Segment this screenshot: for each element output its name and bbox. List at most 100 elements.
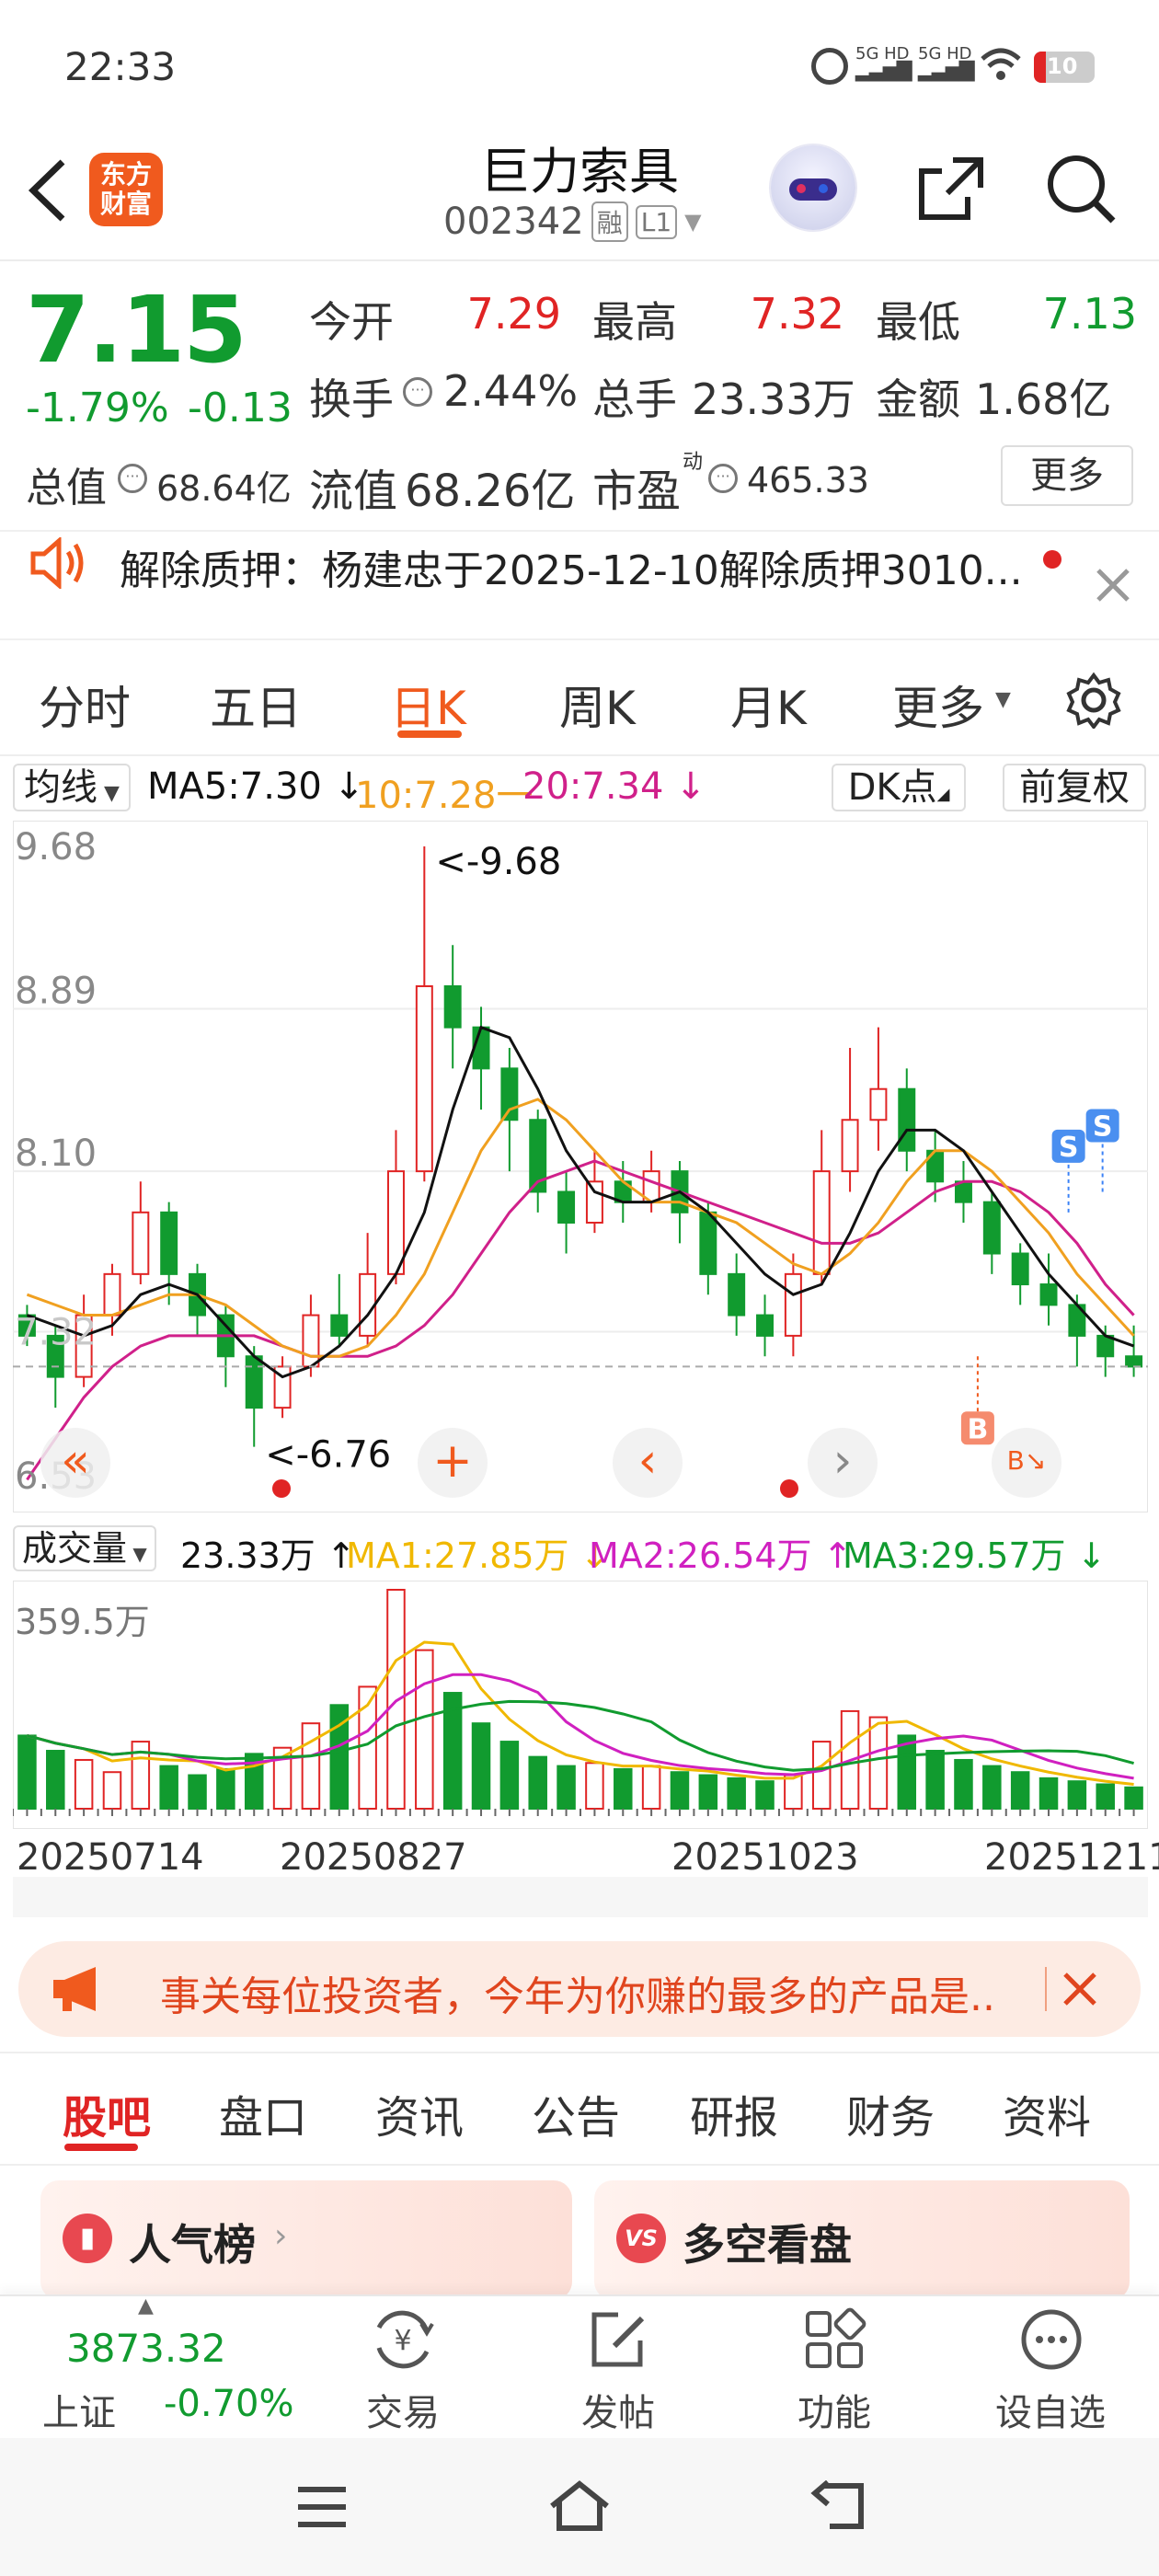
home-icon[interactable] <box>546 2478 613 2534</box>
volume-bar <box>641 1765 661 1810</box>
app-logo[interactable]: 东方 财富 <box>89 153 163 226</box>
divider <box>0 2052 1159 2053</box>
volume-bar <box>1010 1771 1030 1810</box>
guba-tab-6[interactable]: 资料 <box>1003 2081 1091 2145</box>
volume-bar <box>188 1774 207 1810</box>
quote-label: 最高 <box>592 297 677 347</box>
low-annotation: <-6.76 <box>265 1434 391 1477</box>
volume-bar <box>925 1750 945 1811</box>
y-tick-label: 9.68 <box>15 826 97 868</box>
change-amount: -0.13 <box>188 385 293 431</box>
robot-icon[interactable] <box>771 145 855 230</box>
volume-bar <box>1067 1780 1087 1810</box>
volume-bar <box>784 1774 803 1810</box>
close-icon[interactable] <box>1061 1971 1098 2007</box>
ad-text[interactable]: 事关每位投资者，今年为你赚的最多的产品是.. <box>160 1963 1034 2022</box>
stock-code-row[interactable]: 002342 融 L1 ▼ <box>443 201 702 243</box>
double-left-icon[interactable]: « <box>40 1428 110 1498</box>
candlestick-chart[interactable]: 9.688.898.106.537.32<-9.68<-6.76SSB <box>13 821 1148 1512</box>
quote-value: 7.29 <box>466 289 561 339</box>
info-icon[interactable]: ··· <box>708 464 738 493</box>
date-label: 20251211 <box>984 1836 1159 1879</box>
tab-5[interactable]: 更多 <box>892 672 984 738</box>
volume-bar <box>17 1734 37 1810</box>
tab-2[interactable]: 日K <box>390 672 466 738</box>
chevron-right-icon: › <box>274 2217 288 2255</box>
volume-bar <box>868 1716 889 1810</box>
svg-text:B: B <box>967 1413 988 1445</box>
index-value[interactable]: 3873.32 <box>66 2326 226 2371</box>
b-arrow-icon[interactable]: B↘ <box>992 1428 1061 1498</box>
gear-icon[interactable] <box>1065 672 1122 729</box>
quote-value: 23.33万 <box>692 374 855 424</box>
card-label: 人气榜 <box>129 2220 256 2270</box>
quote-value: 1.68亿 <box>975 374 1112 424</box>
current-price: 7.15 <box>26 276 247 384</box>
close-icon[interactable] <box>1095 567 1131 604</box>
left-icon[interactable]: ‹ <box>613 1428 683 1498</box>
page-dot <box>272 1479 291 1498</box>
divider <box>0 2164 1159 2166</box>
more-button[interactable]: 更多 <box>1001 445 1133 506</box>
menu-icon[interactable] <box>296 2486 348 2528</box>
volume-bar <box>301 1722 321 1810</box>
trade-button[interactable]: 交易 <box>329 2383 476 2436</box>
adjust-button[interactable]: 前复权 <box>1003 764 1146 811</box>
volume-bar <box>727 1777 746 1811</box>
tab-1[interactable]: 五日 <box>210 672 302 738</box>
bull-bear-card[interactable] <box>594 2180 1130 2300</box>
volume-current: 23.33万 ↑ <box>180 1535 356 1576</box>
search-icon[interactable] <box>1045 153 1119 226</box>
guba-tab-0[interactable]: 股吧 <box>63 2081 151 2145</box>
alarm-icon <box>811 48 848 85</box>
add-watchlist-button[interactable]: 设自选 <box>977 2383 1124 2436</box>
margin-badge: 融 <box>591 201 628 242</box>
stock-name: 巨力索具 <box>480 143 679 201</box>
post-button[interactable]: 发帖 <box>545 2383 692 2436</box>
y-tick-label: 7.32 <box>15 1311 97 1353</box>
signal-icon: 5G HD ▂▃▅▇ <box>918 44 975 82</box>
notice-text[interactable]: 解除质押：杨建忠于2025-12-10解除质押3010... <box>120 537 1030 596</box>
tab-3[interactable]: 周K <box>559 672 636 738</box>
volume-bar <box>415 1649 434 1810</box>
volume-bar <box>46 1750 65 1811</box>
quote-value: 2.44% <box>443 366 579 416</box>
guba-tab-1[interactable]: 盘口 <box>219 2081 307 2145</box>
ma5-value: MA5:7.30 ↓ <box>147 765 365 808</box>
volume-bar <box>159 1765 178 1810</box>
index-change: -0.70% <box>164 2383 294 2425</box>
tab-4[interactable]: 月K <box>730 672 807 738</box>
volume-bar <box>499 1741 520 1810</box>
vs-icon: VS <box>616 2214 666 2263</box>
guba-tab-5[interactable]: 财务 <box>846 2081 935 2145</box>
svg-text:S: S <box>1093 1110 1113 1143</box>
hot-rank-card[interactable] <box>40 2180 572 2300</box>
right-icon[interactable]: › <box>808 1428 878 1498</box>
pe-value: 465.33 <box>747 460 869 500</box>
guba-tab-2[interactable]: 资讯 <box>375 2081 464 2145</box>
volume-bar <box>1039 1777 1059 1811</box>
pe-label: 市盈 <box>592 466 682 517</box>
y-tick-label: 8.10 <box>15 1133 97 1175</box>
share-icon[interactable] <box>916 155 986 223</box>
y-tick-label: 8.89 <box>15 971 97 1013</box>
quote-label: 最低 <box>876 297 960 347</box>
volume-chart[interactable] <box>13 1581 1148 1829</box>
back-button[interactable] <box>26 158 70 223</box>
dk-button[interactable]: DK点◢ <box>832 764 966 811</box>
plus-icon[interactable]: + <box>418 1428 488 1498</box>
chart-bottom-band <box>13 1877 1148 1917</box>
guba-tab-4[interactable]: 研报 <box>690 2081 778 2145</box>
tab-0[interactable]: 分时 <box>39 672 131 738</box>
ma-select[interactable]: 均线 ▼ <box>13 764 131 811</box>
info-icon[interactable]: ··· <box>118 464 147 493</box>
volume-select[interactable]: 成交量 ▼ <box>13 1525 156 1571</box>
stock-code: 002342 <box>443 201 584 243</box>
functions-button[interactable]: 功能 <box>761 2383 908 2436</box>
info-icon[interactable]: ··· <box>403 377 432 407</box>
back-icon[interactable] <box>809 2480 868 2532</box>
quote-value: 7.32 <box>750 289 844 339</box>
guba-tab-3[interactable]: 公告 <box>532 2081 620 2145</box>
chevron-down-icon: ▼ <box>995 688 1011 711</box>
level-badge: L1 <box>635 204 678 239</box>
